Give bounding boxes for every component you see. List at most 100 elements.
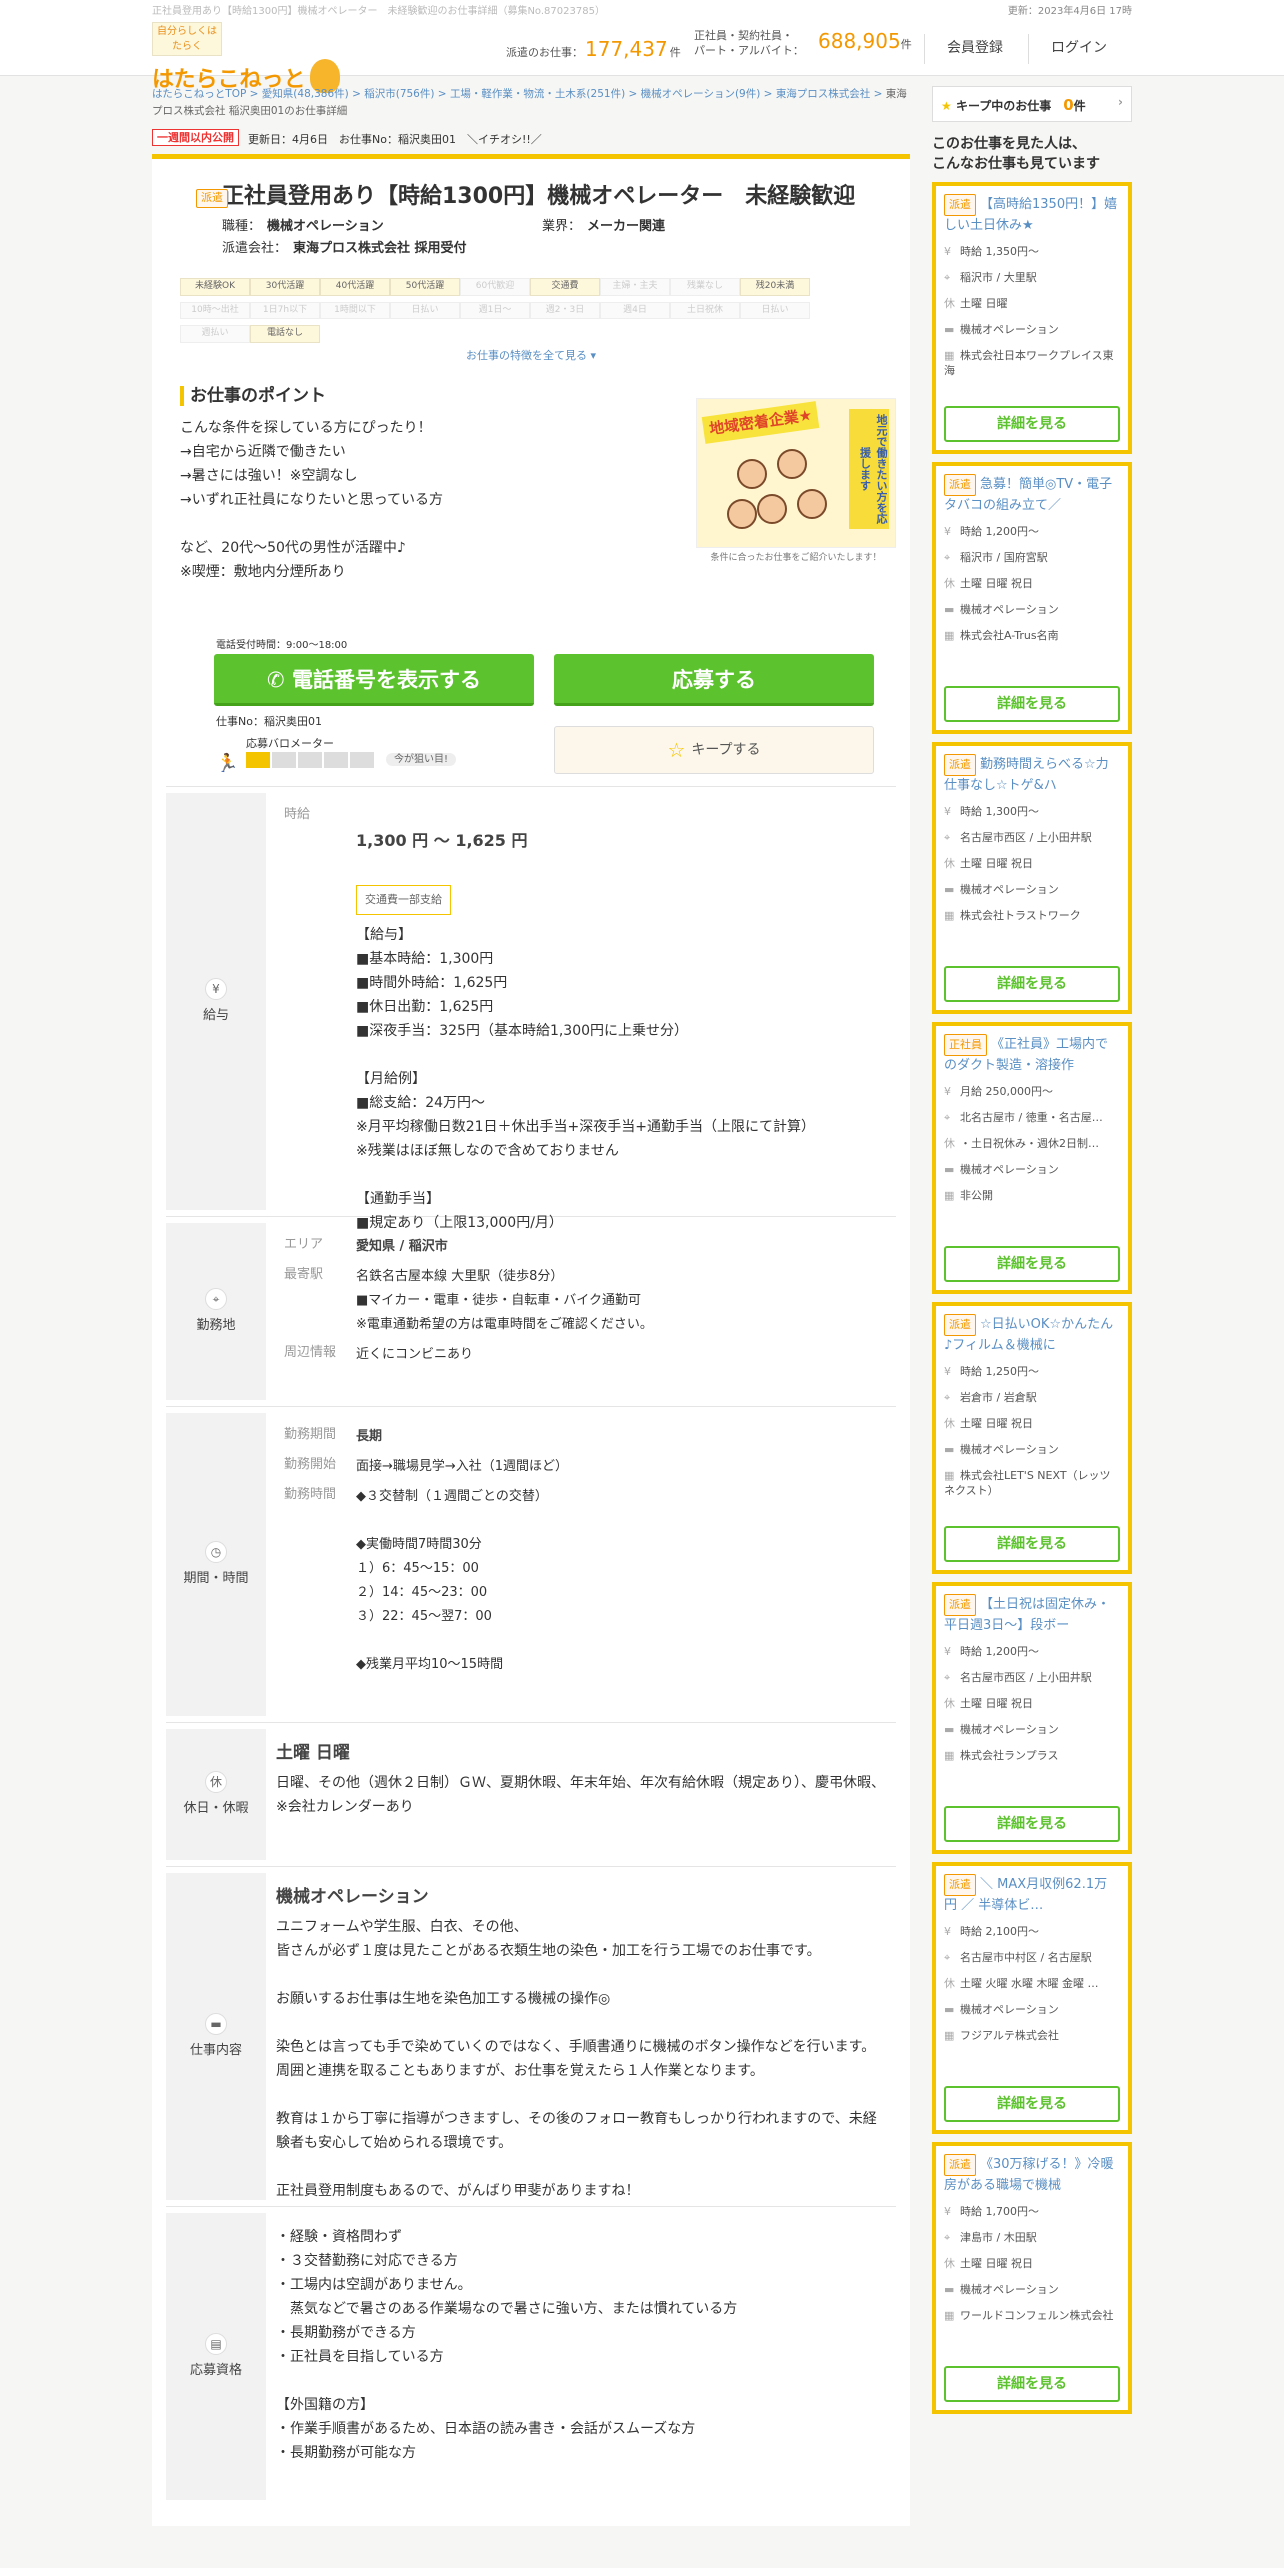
- map-pin-icon: ⌖: [944, 551, 951, 564]
- job-point: お仕事のポイント こんな条件を探している方にぴったり！ →自宅から近隣で働きたい…: [166, 386, 896, 626]
- salary-detail: 【給与】 ■基本時給：1,300円 ■時間外時給：1,625円 ■休日出勤：1,…: [356, 927, 816, 1231]
- related-job-place: ⌖ 稲沢市 / 国府宮駅: [944, 550, 1120, 566]
- site-logo[interactable]: 自分らしくはたらく はたらこねっと: [152, 22, 340, 93]
- related-job-pay: ¥ 月給 250,000円～: [944, 1084, 1120, 1100]
- building-icon: ▦: [944, 1469, 955, 1482]
- holiday-icon: 休: [944, 1977, 955, 1990]
- apply-button[interactable]: 応募する: [554, 654, 874, 706]
- detail-button[interactable]: 詳細を見る: [944, 2086, 1120, 2122]
- yen-icon: ¥: [944, 1925, 951, 1938]
- related-job-pay: ¥ 時給 1,200円～: [944, 1644, 1120, 1660]
- holiday-icon: 休: [944, 577, 955, 590]
- map-pin-icon: ⌖: [944, 271, 951, 284]
- related-job-pay: ¥ 時給 2,100円～: [944, 1924, 1120, 1940]
- detail-button[interactable]: 詳細を見る: [944, 966, 1120, 1002]
- related-job-company: ▦ 株式会社トラストワーク: [944, 909, 1081, 922]
- related-job-days: 休土曜 日曜 祝日: [944, 2256, 1120, 2272]
- holiday-icon: 休: [944, 297, 955, 310]
- map-pin-icon: ⌖: [944, 1951, 951, 1964]
- illustration-side-text: 地元で働きたい方を応援します: [849, 409, 889, 529]
- holiday-title: 土曜 日曜: [276, 1743, 350, 1763]
- related-job-title[interactable]: 派遣 ☆日払いOK☆かんたん♪フィルム＆機械に: [944, 1314, 1120, 1354]
- work-text: ユニフォームや学生服、白衣、その他、 皆さんが必ず１度は見たことがある衣類生地の…: [276, 1918, 877, 2199]
- related-heading: このお仕事を見た人は、 こんなお仕事も見ています: [932, 136, 1100, 172]
- more-features-link[interactable]: お仕事の特徴を全て見る ▾: [166, 348, 896, 365]
- breadcrumb-company[interactable]: 東海プロス株式会社: [776, 88, 871, 100]
- job-type-badge: 派遣: [944, 1874, 976, 1896]
- related-job-card: 正社員 《正社員》工場内でのダクト製造・溶接作 ¥ 月給 250,000円～ ⌖ 北名…: [932, 1022, 1132, 1294]
- keep-list-link[interactable]: ★ キープ中のお仕事 0件 ›: [932, 86, 1132, 122]
- related-job-title[interactable]: 派遣 【土日祝は固定休み・平日週3日～】段ボー: [944, 1594, 1120, 1634]
- agency: 東海プロス株式会社 採用受付: [293, 241, 467, 256]
- page-caption: 正社員登用あり【時給1300円】機械オペレーター 未経験歓迎のお仕事詳細（募集N…: [152, 6, 605, 17]
- related-job-days: 休土曜 日曜 祝日: [944, 1416, 1120, 1432]
- related-job-occupation: ▬ 機械オペレーション: [944, 602, 1120, 618]
- map-pin-icon: ⌖: [944, 1671, 951, 1684]
- qualification-text: ・経験・資格問わず ・３交替勤務に対応できる方 ・工場内は空調がありません。 蒸…: [276, 2229, 738, 2461]
- yen-icon: ¥: [944, 1645, 951, 1658]
- job-type-badge: 正社員: [944, 1034, 987, 1056]
- related-job-title[interactable]: 派遣 勤務時間えらべる☆力仕事なし☆トゲ&ハ: [944, 754, 1120, 794]
- breadcrumb-city[interactable]: 稲沢市(756件): [364, 88, 434, 100]
- show-phone-button[interactable]: ✆ 電話番号を表示する: [214, 654, 534, 706]
- related-job-company: ▦ 非公開: [944, 1189, 993, 1202]
- breadcrumb-pref[interactable]: 愛知県(48,386件): [262, 88, 349, 100]
- breadcrumb-occupation[interactable]: 機械オペレーション(9件): [641, 88, 761, 100]
- map-pin-icon: ⌖: [944, 2231, 951, 2244]
- occupation: 機械オペレーション: [267, 219, 384, 234]
- detail-button[interactable]: 詳細を見る: [944, 686, 1120, 722]
- star-icon: ★: [941, 99, 952, 113]
- related-job-occupation: ▬ 機械オペレーション: [944, 1442, 1120, 1458]
- related-job-company: ▦ 株式会社LET'S NEXT（レッツネクスト）: [944, 1469, 1111, 1497]
- detail-button[interactable]: 詳細を見る: [944, 1526, 1120, 1562]
- related-job-title[interactable]: 正社員 《正社員》工場内でのダクト製造・溶接作: [944, 1034, 1120, 1074]
- building-icon: ▦: [944, 2309, 955, 2322]
- related-job-title[interactable]: 派遣 【高時給1350円！】嬉しい土日休み★: [944, 194, 1120, 234]
- breadcrumb-top[interactable]: はたらこねっとTOP: [152, 88, 246, 100]
- related-job-pay: ¥ 時給 1,200円～: [944, 524, 1120, 540]
- related-job-card: 派遣 【高時給1350円！】嬉しい土日休み★ ¥ 時給 1,350円～ ⌖ 稲沢市 /…: [932, 182, 1132, 454]
- period-section: ◷ 期間・時間 勤務期間 長期 勤務開始 面接→職場見学→入社（1週間ほど） 勤務時間…: [166, 1406, 896, 1722]
- related-job-occupation: ▬ 機械オペレーション: [944, 2002, 1120, 2018]
- detail-button[interactable]: 詳細を見る: [944, 1246, 1120, 1282]
- map-pin-icon: ⌖: [944, 831, 951, 844]
- illustration-caption: 条件に合ったお仕事をご紹介いたします！: [710, 553, 882, 563]
- feature-tag: 週4日: [600, 301, 670, 319]
- holiday-icon: 休: [944, 1417, 955, 1430]
- detail-button[interactable]: 詳細を見る: [944, 2366, 1120, 2402]
- related-job-place: ⌖ 津島市 / 木田駅: [944, 2230, 1120, 2246]
- related-job-title[interactable]: 派遣 《30万稼げる！》冷暖房がある職場で機械: [944, 2154, 1120, 2194]
- map-pin-icon: ⌖: [205, 1287, 227, 1310]
- detail-button[interactable]: 詳細を見る: [944, 406, 1120, 442]
- area: 愛知県 / 稲沢市: [356, 1239, 448, 1254]
- map-pin-icon: ⌖: [944, 1111, 951, 1124]
- keep-button[interactable]: ☆ キープする: [554, 726, 874, 774]
- related-job-company: ▦ 株式会社A-Trus名南: [944, 629, 1059, 642]
- breadcrumb-category[interactable]: 工場・軽作業・物流・土木系(251件): [450, 88, 625, 100]
- login-button[interactable]: ログイン: [1028, 34, 1129, 64]
- job-type-badge: 派遣: [196, 189, 228, 208]
- dispatch-job-count: 派遣のお仕事： 177,437 件: [506, 37, 681, 61]
- salary-section: ¥ 給与 時給 1,300 円 ～ 1,625 円 交通費一部支給 【給与】 ■基…: [166, 786, 896, 1231]
- detail-button[interactable]: 詳細を見る: [944, 1806, 1120, 1842]
- feature-tag: 日払い: [740, 301, 810, 319]
- related-job-title[interactable]: 派遣 ＼ MAX月収例62.1万円 ／ 半導体ビ…: [944, 1874, 1120, 1914]
- qualification-section: ▤ 応募資格 ・経験・資格問わず ・３交替勤務に対応できる方 ・工場内は空調があり…: [166, 2206, 896, 2506]
- briefcase-icon: ▬: [944, 2283, 955, 2296]
- register-button[interactable]: 会員登録: [924, 34, 1025, 64]
- related-job-company: ▦ 株式会社日本ワークプレイス東海: [944, 349, 1114, 377]
- related-job-pay: ¥ 時給 1,350円～: [944, 244, 1120, 260]
- feature-tag: 50代活躍: [390, 278, 460, 296]
- work-title: 機械オペレーション: [276, 1887, 429, 1907]
- job-type-badge: 派遣: [944, 1314, 976, 1336]
- update-info: 更新日：4月6日 お仕事No：稲沢奥田01 ＼イチオシ!!／: [248, 133, 542, 146]
- job-title: 正社員登用あり【時給1300円】機械オペレーター 未経験歓迎: [222, 184, 856, 209]
- site-header: 自分らしくはたらく はたらこねっと 派遣のお仕事： 177,437 件 正社員・契約…: [0, 20, 1284, 93]
- yen-icon: ¥: [944, 2205, 951, 2218]
- salary-range: 1,300 円 ～ 1,625 円: [356, 831, 528, 850]
- building-icon: ▦: [944, 2029, 955, 2042]
- related-job-occupation: ▬ 機械オペレーション: [944, 1722, 1120, 1738]
- related-job-title[interactable]: 派遣 急募！簡単◎TV・電子タバコの組み立て／: [944, 474, 1120, 514]
- building-icon: ▦: [944, 909, 955, 922]
- related-job-place: ⌖ 名古屋市中村区 / 名古屋駅: [944, 1950, 1120, 1966]
